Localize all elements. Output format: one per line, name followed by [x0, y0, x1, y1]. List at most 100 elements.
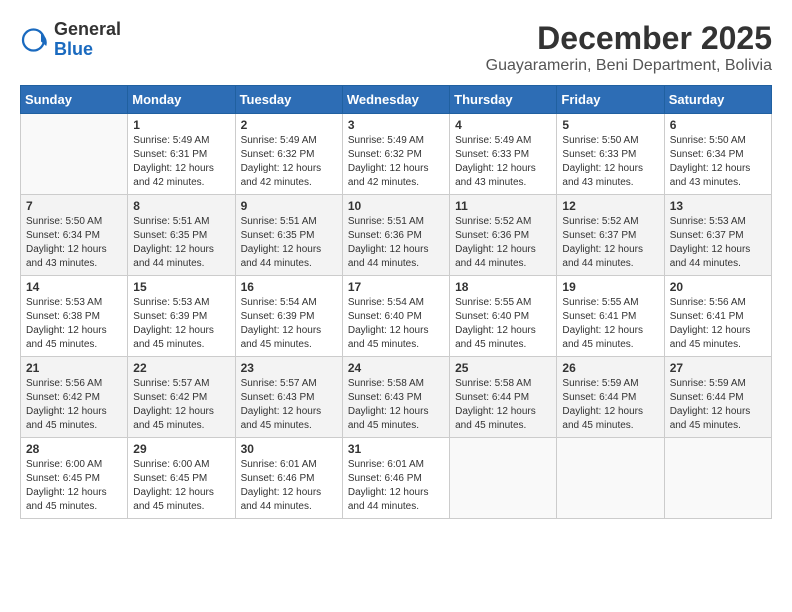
day-number: 21 — [26, 361, 122, 375]
cell-info: Sunrise: 5:59 AMSunset: 6:44 PMDaylight:… — [562, 377, 658, 433]
cell-info: Sunrise: 5:57 AMSunset: 6:43 PMDaylight:… — [241, 377, 337, 433]
calendar-cell: 9 Sunrise: 5:51 AMSunset: 6:35 PMDaylight… — [235, 195, 342, 276]
day-number: 23 — [241, 361, 337, 375]
day-number: 5 — [562, 118, 658, 132]
header: General Blue December 2025 Guayaramerin,… — [20, 20, 772, 75]
calendar-cell: 16 Sunrise: 5:54 AMSunset: 6:39 PMDayligh… — [235, 276, 342, 357]
calendar-cell: 11 Sunrise: 5:52 AMSunset: 6:36 PMDayligh… — [450, 195, 557, 276]
cell-info: Sunrise: 5:54 AMSunset: 6:40 PMDaylight:… — [348, 296, 444, 352]
cell-info: Sunrise: 5:49 AMSunset: 6:31 PMDaylight:… — [133, 134, 229, 190]
cell-info: Sunrise: 5:50 AMSunset: 6:34 PMDaylight:… — [670, 134, 766, 190]
calendar-cell — [450, 438, 557, 519]
cell-info: Sunrise: 5:56 AMSunset: 6:41 PMDaylight:… — [670, 296, 766, 352]
day-number: 19 — [562, 280, 658, 294]
calendar-cell: 3Sunrise: 5:49 AMSunset: 6:32 PMDaylight… — [342, 114, 449, 195]
cell-info: Sunrise: 5:52 AMSunset: 6:37 PMDaylight:… — [562, 215, 658, 271]
cell-info: Sunrise: 6:01 AMSunset: 6:46 PMDaylight:… — [348, 458, 444, 514]
calendar-cell: 8 Sunrise: 5:51 AMSunset: 6:35 PMDaylight… — [128, 195, 235, 276]
calendar-cell: 18Sunrise: 5:55 AMSunset: 6:40 PMDayligh… — [450, 276, 557, 357]
calendar-cell — [557, 438, 664, 519]
calendar-cell — [664, 438, 771, 519]
calendar-cell: 30 Sunrise: 6:01 AMSunset: 6:46 PMDayligh… — [235, 438, 342, 519]
calendar-cell: 24Sunrise: 5:58 AMSunset: 6:43 PMDayligh… — [342, 357, 449, 438]
col-header-friday: Friday — [557, 86, 664, 114]
calendar-cell: 7 Sunrise: 5:50 AMSunset: 6:34 PMDaylight… — [21, 195, 128, 276]
calendar-cell: 1Sunrise: 5:49 AMSunset: 6:31 PMDaylight… — [128, 114, 235, 195]
col-header-thursday: Thursday — [450, 86, 557, 114]
day-number: 11 — [455, 199, 551, 213]
logo-general-text: General — [54, 20, 121, 40]
cell-info: Sunrise: 5:50 AMSunset: 6:33 PMDaylight:… — [562, 134, 658, 190]
day-number: 9 — [241, 199, 337, 213]
col-header-wednesday: Wednesday — [342, 86, 449, 114]
calendar-week-row: 7 Sunrise: 5:50 AMSunset: 6:34 PMDaylight… — [21, 195, 772, 276]
calendar-cell: 27Sunrise: 5:59 AMSunset: 6:44 PMDayligh… — [664, 357, 771, 438]
day-number: 17 — [348, 280, 444, 294]
cell-info: Sunrise: 5:58 AMSunset: 6:44 PMDaylight:… — [455, 377, 551, 433]
day-number: 4 — [455, 118, 551, 132]
col-header-saturday: Saturday — [664, 86, 771, 114]
title-area: December 2025 Guayaramerin, Beni Departm… — [486, 20, 772, 75]
month-title: December 2025 — [486, 20, 772, 57]
col-header-tuesday: Tuesday — [235, 86, 342, 114]
cell-info: Sunrise: 5:51 AMSunset: 6:35 PMDaylight:… — [241, 215, 337, 271]
cell-info: Sunrise: 5:52 AMSunset: 6:36 PMDaylight:… — [455, 215, 551, 271]
calendar-week-row: 1Sunrise: 5:49 AMSunset: 6:31 PMDaylight… — [21, 114, 772, 195]
calendar-cell — [21, 114, 128, 195]
day-number: 18 — [455, 280, 551, 294]
cell-info: Sunrise: 5:49 AMSunset: 6:32 PMDaylight:… — [241, 134, 337, 190]
calendar-cell: 28Sunrise: 6:00 AMSunset: 6:45 PMDayligh… — [21, 438, 128, 519]
day-number: 12 — [562, 199, 658, 213]
col-header-monday: Monday — [128, 86, 235, 114]
cell-info: Sunrise: 5:51 AMSunset: 6:35 PMDaylight:… — [133, 215, 229, 271]
calendar-table: SundayMondayTuesdayWednesdayThursdayFrid… — [20, 85, 772, 519]
calendar-cell: 31 Sunrise: 6:01 AMSunset: 6:46 PMDayligh… — [342, 438, 449, 519]
day-number: 3 — [348, 118, 444, 132]
calendar-cell: 2Sunrise: 5:49 AMSunset: 6:32 PMDaylight… — [235, 114, 342, 195]
logo: General Blue — [20, 20, 121, 60]
cell-info: Sunrise: 5:53 AMSunset: 6:39 PMDaylight:… — [133, 296, 229, 352]
cell-info: Sunrise: 6:01 AMSunset: 6:46 PMDaylight:… — [241, 458, 337, 514]
calendar-cell: 29 Sunrise: 6:00 AMSunset: 6:45 PMDayligh… — [128, 438, 235, 519]
calendar-cell: 21Sunrise: 5:56 AMSunset: 6:42 PMDayligh… — [21, 357, 128, 438]
cell-info: Sunrise: 5:53 AMSunset: 6:38 PMDaylight:… — [26, 296, 122, 352]
day-number: 6 — [670, 118, 766, 132]
calendar-cell: 25 Sunrise: 5:58 AMSunset: 6:44 PMDayligh… — [450, 357, 557, 438]
calendar-cell: 22 Sunrise: 5:57 AMSunset: 6:42 PMDayligh… — [128, 357, 235, 438]
calendar-week-row: 21Sunrise: 5:56 AMSunset: 6:42 PMDayligh… — [21, 357, 772, 438]
day-number: 31 — [348, 442, 444, 456]
cell-info: Sunrise: 5:50 AMSunset: 6:34 PMDaylight:… — [26, 215, 122, 271]
calendar-cell: 23 Sunrise: 5:57 AMSunset: 6:43 PMDayligh… — [235, 357, 342, 438]
day-number: 16 — [241, 280, 337, 294]
cell-info: Sunrise: 6:00 AMSunset: 6:45 PMDaylight:… — [133, 458, 229, 514]
col-header-sunday: Sunday — [21, 86, 128, 114]
logo-icon — [20, 25, 50, 55]
cell-info: Sunrise: 5:57 AMSunset: 6:42 PMDaylight:… — [133, 377, 229, 433]
day-number: 24 — [348, 361, 444, 375]
day-number: 7 — [26, 199, 122, 213]
calendar-cell: 12 Sunrise: 5:52 AMSunset: 6:37 PMDayligh… — [557, 195, 664, 276]
cell-info: Sunrise: 5:51 AMSunset: 6:36 PMDaylight:… — [348, 215, 444, 271]
calendar-cell: 17 Sunrise: 5:54 AMSunset: 6:40 PMDayligh… — [342, 276, 449, 357]
calendar-week-row: 14 Sunrise: 5:53 AMSunset: 6:38 PMDayligh… — [21, 276, 772, 357]
calendar-cell: 15 Sunrise: 5:53 AMSunset: 6:39 PMDayligh… — [128, 276, 235, 357]
day-number: 30 — [241, 442, 337, 456]
cell-info: Sunrise: 5:54 AMSunset: 6:39 PMDaylight:… — [241, 296, 337, 352]
day-number: 14 — [26, 280, 122, 294]
day-number: 28 — [26, 442, 122, 456]
day-number: 10 — [348, 199, 444, 213]
cell-info: Sunrise: 5:49 AMSunset: 6:33 PMDaylight:… — [455, 134, 551, 190]
location-title: Guayaramerin, Beni Department, Bolivia — [486, 57, 772, 75]
day-number: 29 — [133, 442, 229, 456]
calendar-cell: 5 Sunrise: 5:50 AMSunset: 6:33 PMDaylight… — [557, 114, 664, 195]
calendar-body: 1Sunrise: 5:49 AMSunset: 6:31 PMDaylight… — [21, 114, 772, 519]
calendar-cell: 10 Sunrise: 5:51 AMSunset: 6:36 PMDayligh… — [342, 195, 449, 276]
calendar-cell: 4 Sunrise: 5:49 AMSunset: 6:33 PMDaylight… — [450, 114, 557, 195]
day-number: 15 — [133, 280, 229, 294]
day-number: 8 — [133, 199, 229, 213]
calendar-header-row: SundayMondayTuesdayWednesdayThursdayFrid… — [21, 86, 772, 114]
day-number: 25 — [455, 361, 551, 375]
day-number: 22 — [133, 361, 229, 375]
calendar-cell: 20Sunrise: 5:56 AMSunset: 6:41 PMDayligh… — [664, 276, 771, 357]
day-number: 26 — [562, 361, 658, 375]
